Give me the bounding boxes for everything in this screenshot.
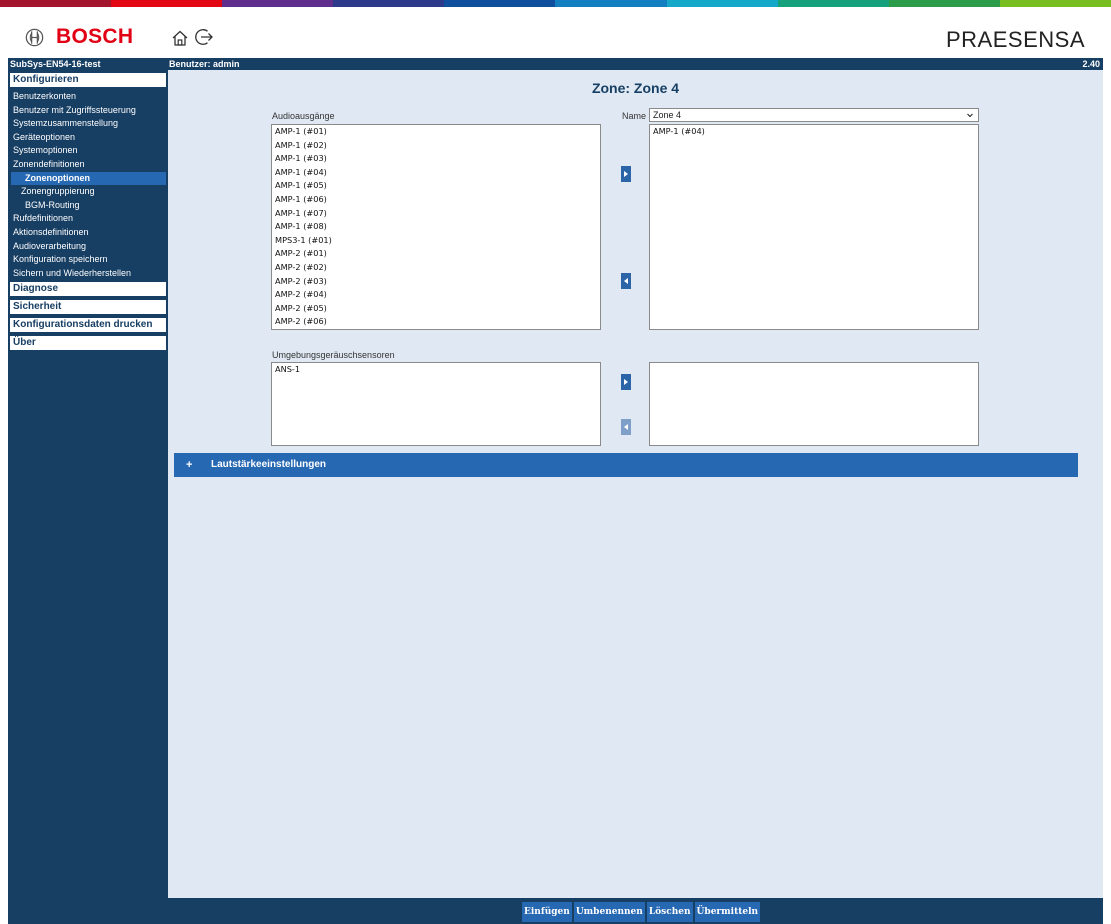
arrow-right-icon [624,379,628,385]
stripe-segment [444,0,556,7]
list-item[interactable]: AMP-2 (#01) [272,247,600,261]
volume-settings-label: Lautstärkeeinstellungen [211,459,327,470]
list-item[interactable]: AMP-2 (#04) [272,288,600,302]
remove-audio-output-button[interactable] [621,273,631,289]
bosch-logo: BOSCH [25,25,133,49]
sidebar-item-systemoptionen[interactable]: Systemoptionen [11,144,166,157]
stripe-segment [666,0,778,7]
bosch-armature-icon [25,28,44,46]
sidebar-item-geraeteoptionen[interactable]: Geräteoptionen [11,131,166,144]
arrow-left-icon [624,278,628,284]
list-item[interactable]: ANS-1 [272,363,600,377]
zone-name-value: Zone 4 [653,110,682,120]
sidebar-section-ueber[interactable]: Über [10,336,166,350]
ambient-sensors-assigned-list[interactable] [649,362,979,446]
list-item[interactable]: AMP-1 (#04) [272,166,600,180]
name-label: Name [622,111,647,121]
volume-settings-expander[interactable]: + Lautstärkeeinstellungen [174,453,1078,477]
list-item[interactable]: MPS3-1 (#01) [272,234,600,248]
sidebar-item-zonengruppierung[interactable]: Zonengruppierung [11,185,166,198]
list-item[interactable]: AMP-1 (#07) [272,207,600,221]
brand-color-stripe [0,0,1111,7]
home-icon[interactable] [171,29,189,47]
app-header: BOSCH PRAESENSA [0,7,1111,58]
brand-name: BOSCH [56,25,134,48]
sidebar-item-aktionsdefinitionen[interactable]: Aktionsdefinitionen [11,226,166,239]
page-title: Zone: Zone 4 [591,80,680,96]
list-item[interactable]: AMP-2 (#05) [272,302,600,316]
footer-bar: Einfügen Umbenennen Löschen Übermitteln [168,898,1103,924]
add-sensor-button[interactable] [621,374,631,390]
rename-button[interactable]: Umbenennen [573,902,645,922]
list-item[interactable]: AMP-2 (#02) [272,261,600,275]
remove-sensor-button[interactable] [621,419,631,435]
list-item[interactable]: AMP-1 (#05) [272,179,600,193]
arrow-right-icon [624,171,628,177]
sidebar-item-zugriffssteuerung[interactable]: Benutzer mit Zugriffssteuerung [11,104,166,117]
list-item[interactable]: AMP-1 (#06) [272,193,600,207]
list-item[interactable]: AMP-1 (#02) [272,139,600,153]
stripe-segment [222,0,334,7]
list-item[interactable]: AMP-2 (#03) [272,275,600,289]
add-audio-output-button[interactable] [621,166,631,182]
chevron-down-icon [967,113,973,118]
sidebar-item-zonenoptionen[interactable]: Zonenoptionen [11,171,166,185]
sidebar-item-sichern-wiederherstellen[interactable]: Sichern und Wiederherstellen [11,267,166,280]
audio-outputs-available-list[interactable]: AMP-1 (#01) AMP-1 (#02) AMP-1 (#03) AMP-1 (… [271,124,601,330]
stripe-segment [333,0,445,7]
sidebar-section-sicherheit[interactable]: Sicherheit [10,300,166,314]
sidebar: Konfigurieren Benutzerkonten Benutzer mi… [8,70,168,924]
sidebar-item-audioverarbeitung[interactable]: Audioverarbeitung [11,240,166,253]
sidebar-section-konfigurationsdaten-drucken[interactable]: Konfigurationsdaten drucken [10,318,166,332]
audio-outputs-caption: Audioausgänge [272,111,335,121]
arrow-left-icon [624,424,628,430]
sidebar-item-zonendefinitionen[interactable]: Zonendefinitionen [11,158,166,171]
zone-name-select[interactable]: Zone 4 [649,108,979,122]
stripe-segment [999,0,1111,7]
system-name: SubSys-EN54-16-test [10,59,101,69]
status-bar: SubSys-EN54-16-test Benutzer: admin 2.40 [8,58,1103,70]
stripe-segment [777,0,889,7]
audio-outputs-assigned-list[interactable]: AMP-1 (#04) [649,124,979,330]
ambient-sensors-caption: Umgebungsgeräuschsensoren [272,350,395,360]
delete-button[interactable]: Löschen [646,902,693,922]
product-name: PRAESENSA [946,27,1085,52]
sidebar-section-konfigurieren[interactable]: Konfigurieren [10,73,166,87]
list-item[interactable]: AMP-1 (#01) [272,125,600,139]
ambient-sensors-available-list[interactable]: ANS-1 [271,362,601,446]
current-user: Benutzer: admin [169,59,240,69]
version-label: 2.40 [1082,59,1100,69]
expand-plus-icon: + [186,459,193,471]
logout-icon[interactable] [194,27,214,47]
sidebar-item-benutzerkonten[interactable]: Benutzerkonten [11,90,166,103]
submit-button[interactable]: Übermitteln [694,902,761,922]
stripe-segment [888,0,1000,7]
list-item[interactable]: AMP-1 (#04) [650,125,978,139]
list-item[interactable]: AMP-2 (#06) [272,315,600,329]
list-item[interactable]: AMP-1 (#08) [272,220,600,234]
list-item[interactable]: AMP-1 (#03) [272,152,600,166]
main-panel: Zone: Zone 4 Audioausgänge Name Zone 4 A… [168,70,1103,898]
sidebar-item-rufdefinitionen[interactable]: Rufdefinitionen [11,212,166,225]
sidebar-item-konfiguration-speichern[interactable]: Konfiguration speichern [11,253,166,266]
stripe-segment [111,0,223,7]
sidebar-section-diagnose[interactable]: Diagnose [10,282,166,296]
sidebar-item-bgm-routing[interactable]: BGM-Routing [11,199,166,212]
insert-button[interactable]: Einfügen [522,902,572,922]
stripe-segment [0,0,112,7]
sidebar-item-systemzusammenstellung[interactable]: Systemzusammenstellung [11,117,166,130]
stripe-segment [555,0,667,7]
